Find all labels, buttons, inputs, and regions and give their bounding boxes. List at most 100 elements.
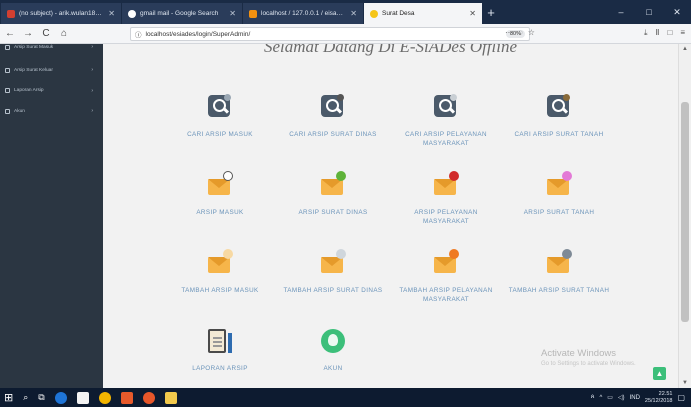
scroll-to-top-button[interactable]: ▲ bbox=[653, 367, 666, 380]
tile-tambah-arsip-surat-dinas[interactable]: TAMBAH ARSIP SURAT DINAS bbox=[278, 249, 388, 295]
tile-arsip-masuk[interactable]: ARSIP MASUK bbox=[165, 171, 275, 217]
pocket-icon[interactable]: ◌ bbox=[518, 28, 523, 37]
clock-date: 25/12/2018 bbox=[644, 397, 673, 404]
page-actions-icon[interactable]: ··· bbox=[505, 28, 513, 37]
app-icon[interactable] bbox=[120, 391, 133, 404]
sidebar-item-laporan-arsip[interactable]: Laporan Arsip › bbox=[0, 81, 103, 102]
minimize-button[interactable]: – bbox=[607, 7, 635, 24]
tile-label: CARI ARSIP SURAT TANAH bbox=[514, 131, 604, 138]
envelope-icon bbox=[208, 249, 233, 273]
store-icon[interactable] bbox=[76, 391, 89, 404]
scroll-up-arrow-icon[interactable]: ▲ bbox=[682, 46, 688, 52]
close-tab-icon[interactable]: ✕ bbox=[229, 9, 236, 18]
info-icon[interactable]: ⓘ bbox=[135, 29, 142, 39]
envelope-icon bbox=[547, 171, 572, 195]
tile-label: TAMBAH ARSIP SURAT TANAH bbox=[508, 287, 610, 294]
tile-cari-arsip-surat-dinas[interactable]: CARI ARSIP SURAT DINAS bbox=[278, 94, 388, 139]
tile-label: CARI ARSIP PELAYANAN MASYARAKAT bbox=[405, 131, 487, 147]
tile-label: CARI ARSIP SURAT DINAS bbox=[289, 131, 377, 138]
tile-arsip-surat-dinas[interactable]: ARSIP SURAT DINAS bbox=[278, 171, 388, 217]
maximize-button[interactable]: □ bbox=[635, 7, 663, 24]
search-icon bbox=[547, 94, 570, 117]
menu-icon[interactable]: ≡ bbox=[680, 28, 685, 38]
os-taskbar: ⊞ ⌕ ⧉ ጰ ^ ▭ ◁) IND 22.51 25/12/2018 ▢ bbox=[0, 388, 691, 407]
sidebar-item-label: Arsip Surat Keluar bbox=[14, 67, 53, 73]
envelope-icon bbox=[547, 249, 572, 273]
tile-arsip-pelayanan-masyarakat[interactable]: ARSIP PELAYANAN MASYARAKAT bbox=[391, 171, 501, 226]
sidebar-item-label: Laporan Arsip bbox=[14, 88, 44, 94]
tile-arsip-surat-tanah[interactable]: ARSIP SURAT TANAH bbox=[504, 171, 614, 217]
tab-title: localhost / 127.0.0.1 / eisades bbox=[261, 10, 347, 17]
envelope-icon bbox=[434, 249, 459, 273]
sidebar-item-akun[interactable]: Akun › bbox=[0, 101, 103, 122]
search-icon[interactable]: ⌕ bbox=[23, 392, 28, 403]
chevron-up-icon[interactable]: ^ bbox=[599, 395, 602, 401]
scrollbar-thumb[interactable] bbox=[681, 102, 689, 322]
tile-tambah-arsip-pelayanan-masyarakat[interactable]: TAMBAH ARSIP PELAYANAN MASYARAKAT bbox=[391, 249, 501, 304]
chrome-icon[interactable] bbox=[98, 391, 111, 404]
back-button[interactable]: ← bbox=[4, 28, 16, 39]
new-tab-button[interactable]: + bbox=[482, 5, 500, 20]
sidebar-item-arsip-surat-keluar[interactable]: Arsip Surat Keluar › bbox=[0, 60, 103, 81]
search-icon bbox=[208, 94, 231, 117]
home-button[interactable]: ⌂ bbox=[58, 28, 70, 39]
chevron-right-icon: › bbox=[91, 67, 93, 74]
tile-laporan-arsip[interactable]: LAPORAN ARSIP bbox=[165, 329, 275, 373]
tile-akun[interactable]: AKUN bbox=[278, 329, 388, 373]
bookmark-star-icon[interactable]: ☆ bbox=[528, 28, 535, 37]
windows-start-icon[interactable]: ⊞ bbox=[4, 391, 13, 404]
activate-windows-subtext: Go to Settings to activate Windows. bbox=[541, 361, 636, 367]
close-tab-icon[interactable]: ✕ bbox=[108, 9, 115, 18]
google-icon bbox=[128, 9, 136, 18]
network-icon[interactable]: ▭ bbox=[607, 394, 613, 401]
folder-icon bbox=[5, 45, 10, 50]
envelope-icon bbox=[434, 171, 459, 195]
language-indicator[interactable]: IND bbox=[630, 395, 640, 401]
close-tab-icon[interactable]: ✕ bbox=[469, 9, 476, 18]
library-icon[interactable]: Ⅱ bbox=[656, 28, 660, 38]
volume-icon[interactable]: ◁) bbox=[618, 394, 625, 401]
close-window-button[interactable]: ✕ bbox=[663, 7, 691, 24]
envelope-icon bbox=[321, 249, 346, 273]
browser-tab-active[interactable]: Surat Desa ✕ bbox=[364, 3, 482, 24]
close-tab-icon[interactable]: ✕ bbox=[350, 9, 357, 18]
tile-tambah-arsip-masuk[interactable]: TAMBAH ARSIP MASUK bbox=[165, 249, 275, 295]
edge-browser-icon[interactable] bbox=[54, 391, 67, 404]
reload-button[interactable]: C bbox=[40, 28, 52, 39]
page-title: Selamat Datang Di E-SiADes Offline bbox=[263, 44, 518, 56]
main-content: Selamat Datang Di E-SiADes Offline CARI … bbox=[103, 44, 678, 388]
tab-title: gmail mail - Google Search bbox=[140, 10, 219, 17]
browser-tab[interactable]: gmail mail - Google Search ✕ bbox=[122, 3, 242, 24]
tab-title: (no subject) - arik.wulan18@g bbox=[19, 10, 105, 17]
tile-cari-arsip-pelayanan-masyarakat[interactable]: CARI ARSIP PELAYANAN MASYARAKAT bbox=[391, 94, 501, 148]
clock-time: 22.51 bbox=[658, 390, 673, 397]
tile-cari-arsip-surat-tanah[interactable]: CARI ARSIP SURAT TANAH bbox=[504, 94, 614, 139]
sidebar-item-label: Arsip Surat Masuk bbox=[14, 45, 54, 50]
task-view-icon[interactable]: ⧉ bbox=[38, 392, 44, 403]
forward-button[interactable]: → bbox=[22, 28, 34, 39]
sidebar-item-arsip-surat-masuk[interactable]: Arsip Surat Masuk › bbox=[0, 44, 103, 50]
downloads-icon[interactable]: ⤓ bbox=[644, 28, 648, 38]
chevron-right-icon: › bbox=[91, 44, 93, 50]
site-favicon-icon bbox=[370, 9, 378, 18]
search-icon bbox=[434, 94, 457, 117]
scroll-down-arrow-icon[interactable]: ▼ bbox=[682, 380, 688, 386]
notification-icon[interactable]: ▢ bbox=[677, 393, 685, 402]
tile-label: LAPORAN ARSIP bbox=[192, 365, 248, 372]
tile-cari-arsip-masuk[interactable]: CARI ARSIP MASUK bbox=[165, 94, 275, 139]
tile-label: CARI ARSIP MASUK bbox=[187, 131, 253, 138]
browser-tab[interactable]: (no subject) - arik.wulan18@g ✕ bbox=[1, 3, 121, 24]
file-explorer-icon[interactable] bbox=[164, 391, 177, 404]
browser-tab[interactable]: localhost / 127.0.0.1 / eisades ✕ bbox=[243, 3, 363, 24]
user-tray-icon[interactable]: ጰ bbox=[591, 394, 595, 401]
browser-tab-strip: (no subject) - arik.wulan18@g ✕ gmail ma… bbox=[0, 0, 691, 24]
tile-tambah-arsip-surat-tanah[interactable]: TAMBAH ARSIP SURAT TANAH bbox=[504, 249, 614, 295]
system-clock[interactable]: 22.51 25/12/2018 bbox=[645, 391, 673, 405]
firefox-icon[interactable] bbox=[142, 391, 155, 404]
tile-label: TAMBAH ARSIP MASUK bbox=[181, 287, 259, 294]
address-bar[interactable]: ⓘ localhost/esiades/login/SuperAdmin/ 80… bbox=[130, 27, 530, 41]
sidebar-item-label: Akun bbox=[14, 108, 25, 114]
page-scrollbar[interactable]: ▲ ▼ bbox=[678, 44, 691, 388]
envelope-icon bbox=[208, 171, 233, 195]
sidebar-toggle-icon[interactable]: □ bbox=[667, 28, 672, 38]
